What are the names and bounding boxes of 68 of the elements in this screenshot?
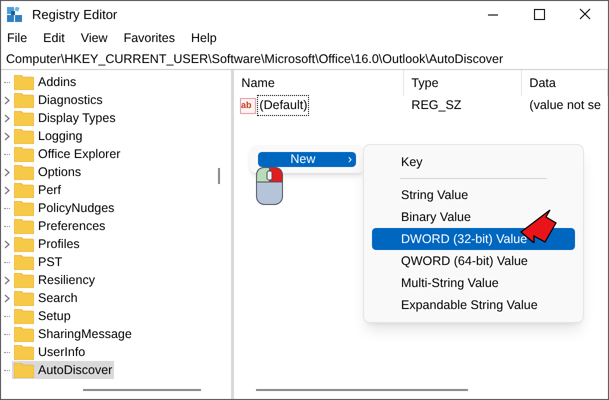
tree-item[interactable]: Office Explorer [12, 145, 122, 163]
window-title: Registry Editor [32, 6, 118, 24]
folder-icon [14, 308, 34, 324]
folder-icon [14, 164, 34, 180]
folder-icon [14, 362, 34, 378]
chevron-right-icon[interactable] [4, 96, 10, 104]
scrollbar-thumb[interactable] [256, 389, 468, 391]
folder-icon [14, 326, 34, 342]
folder-icon [14, 146, 34, 162]
tree-item[interactable]: Setup [12, 307, 73, 325]
menu-item[interactable]: Key [372, 151, 575, 173]
menu-item[interactable]: View [80, 29, 108, 48]
chevron-right-icon[interactable] [4, 276, 10, 284]
tree-item[interactable]: Preferences [12, 217, 108, 235]
folder-icon [14, 254, 34, 270]
folder-icon [14, 182, 34, 198]
menu-item[interactable]: Expandable String Value [372, 294, 575, 316]
tree-item[interactable]: PST [12, 253, 64, 271]
folder-icon [14, 218, 34, 234]
registry-app-icon [7, 6, 23, 22]
tree-item[interactable]: Search [12, 289, 80, 307]
chevron-right-icon[interactable] [4, 186, 10, 194]
menu-item[interactable]: New › [258, 152, 356, 166]
scrollbar-thumb[interactable] [218, 168, 220, 184]
table-cell-text: REG_SZ [410, 97, 462, 114]
menu-item[interactable]: Help [190, 29, 217, 48]
table-cell[interactable]: (Default) [257, 95, 310, 116]
tree-item[interactable]: Options [12, 163, 84, 181]
tree-item[interactable]: UserInfo [12, 343, 88, 361]
menu-item[interactable]: File [7, 29, 28, 48]
folder-icon [14, 236, 34, 252]
menu-item[interactable]: String Value [372, 184, 575, 206]
menu-item[interactable]: Binary Value [372, 206, 575, 228]
tree-item[interactable]: Display Types [12, 109, 118, 127]
tree-item[interactable]: Diagnostics [12, 91, 105, 109]
menu-item[interactable]: Edit [43, 29, 65, 48]
column-header[interactable]: Data [522, 70, 608, 96]
folder-icon [14, 272, 34, 288]
chevron-right-icon[interactable] [4, 114, 10, 122]
chevron-right-icon[interactable] [4, 294, 10, 302]
string-value-icon: ab [240, 98, 256, 114]
folder-icon [14, 74, 34, 90]
column-header[interactable]: Type [404, 70, 522, 96]
scrollbar-thumb[interactable] [83, 389, 201, 391]
menu-item[interactable]: QWORD (64-bit) Value [372, 250, 575, 272]
tree-item[interactable]: Addins [12, 73, 78, 91]
tree-item[interactable]: AutoDiscover [12, 361, 114, 379]
tree-item[interactable]: Perf [12, 181, 63, 199]
tree-item[interactable]: PolicyNudges [12, 199, 116, 217]
tree-item[interactable]: Profiles [12, 235, 82, 253]
chevron-right-icon[interactable] [4, 240, 10, 248]
folder-icon [14, 290, 34, 306]
folder-icon [14, 92, 34, 108]
menu-item[interactable]: Favorites [124, 29, 175, 48]
table-cell-text: (value not se [528, 97, 602, 114]
column-header[interactable]: Name [234, 70, 404, 96]
folder-icon [14, 200, 34, 216]
chevron-right-icon[interactable] [4, 132, 10, 140]
folder-icon [14, 128, 34, 144]
address-bar[interactable]: Computer\HKEY_CURRENT_USER\Software\Microsoft\Office\16.0\Outlook\AutoDiscover [6, 50, 504, 68]
tree-item[interactable]: Logging [12, 127, 84, 145]
folder-icon [14, 110, 34, 126]
submenu-arrow: › [348, 150, 353, 168]
folder-icon [14, 344, 34, 360]
menu-item[interactable]: Multi-String Value [372, 272, 575, 294]
tree-item[interactable]: Resiliency [12, 271, 97, 289]
tree-item[interactable]: SharingMessage [12, 325, 134, 343]
chevron-right-icon[interactable] [4, 168, 10, 176]
